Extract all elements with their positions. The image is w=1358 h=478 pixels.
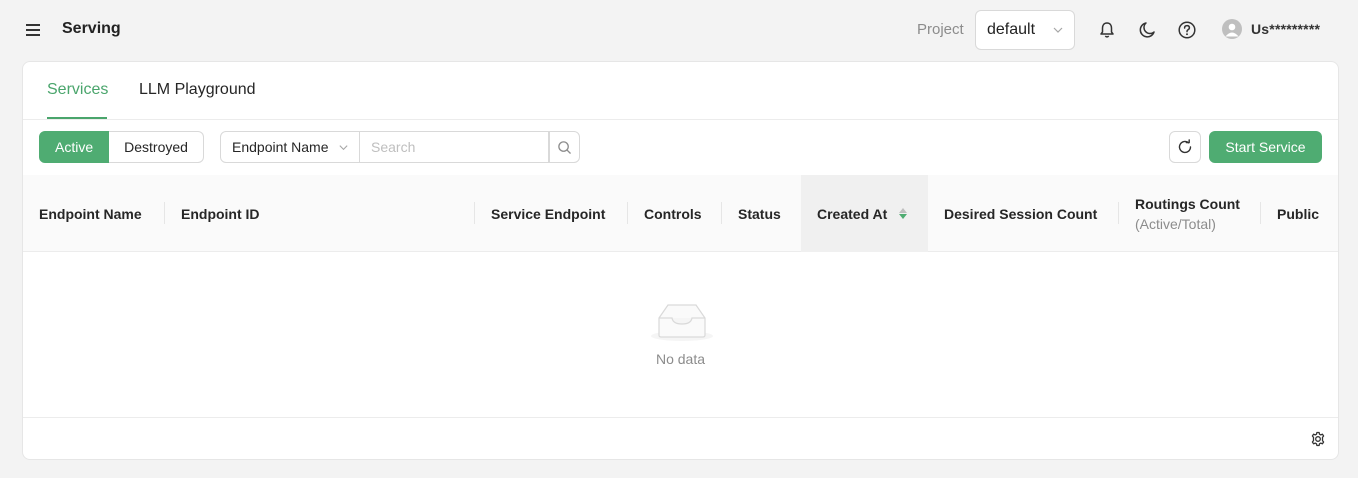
filter-active-button[interactable]: Active <box>39 131 110 163</box>
column-sublabel: (Active/Total) <box>1135 215 1216 232</box>
tab-services[interactable]: Services <box>47 81 108 99</box>
column-endpoint-id[interactable]: Endpoint ID <box>181 175 260 252</box>
column-label: Controls <box>644 205 702 222</box>
active-tab-indicator <box>47 117 107 119</box>
inbox-icon <box>651 304 713 341</box>
refresh-button[interactable] <box>1169 131 1201 163</box>
search-icon <box>558 140 571 154</box>
chevron-down-icon <box>1053 27 1063 33</box>
project-value: default <box>987 21 1036 38</box>
column-label: Created At <box>817 205 888 222</box>
empty-text: No data <box>655 351 706 367</box>
user-menu[interactable]: Us********* <box>1222 19 1320 39</box>
bell-icon[interactable] <box>1097 20 1117 40</box>
column-desired-session-count[interactable]: Desired Session Count <box>944 175 1097 252</box>
sort-icon[interactable] <box>899 208 908 219</box>
filter-destroyed-button[interactable]: Destroyed <box>109 131 204 163</box>
menu-icon[interactable] <box>24 20 44 40</box>
chevron-down-icon <box>339 145 348 151</box>
project-label: Project <box>917 21 964 38</box>
user-name: Us********* <box>1251 21 1321 37</box>
column-separator <box>721 202 722 224</box>
column-public[interactable]: Public <box>1277 175 1319 252</box>
refresh-icon <box>1178 139 1192 154</box>
tab-bar: Services LLM Playground <box>23 62 1338 120</box>
help-icon[interactable] <box>1177 20 1197 40</box>
column-label: Endpoint ID <box>181 205 260 222</box>
services-card: Services LLM Playground Active Destroyed… <box>22 61 1339 460</box>
column-separator <box>474 202 475 224</box>
column-separator <box>164 202 165 224</box>
column-separator <box>1260 202 1261 224</box>
table-header: Endpoint Name Endpoint ID Service Endpoi… <box>23 175 1338 252</box>
column-label: Desired Session Count <box>944 205 1098 222</box>
project-select[interactable]: default <box>975 10 1075 50</box>
search-group: Endpoint Name <box>220 131 580 163</box>
search-field-select[interactable]: Endpoint Name <box>220 131 360 163</box>
column-controls[interactable]: Controls <box>644 175 702 252</box>
status-filter: Active Destroyed <box>39 131 204 163</box>
column-separator <box>1118 202 1119 224</box>
search-field-value: Endpoint Name <box>232 139 329 155</box>
column-label: Routings Count <box>1135 195 1240 212</box>
column-endpoint-name[interactable]: Endpoint Name <box>39 175 142 252</box>
column-status[interactable]: Status <box>738 175 781 252</box>
user-icon <box>1222 19 1242 39</box>
search-button[interactable] <box>549 131 580 163</box>
column-routings-count[interactable]: Routings Count (Active/Total) <box>1135 175 1240 252</box>
column-label: Public <box>1277 205 1320 222</box>
empty-state: No data <box>23 253 1338 418</box>
column-service-endpoint[interactable]: Service Endpoint <box>491 175 605 252</box>
column-separator <box>627 202 628 224</box>
page-title: Serving <box>62 20 121 37</box>
gear-icon[interactable] <box>1310 431 1326 447</box>
column-label: Status <box>738 205 781 222</box>
start-service-button[interactable]: Start Service <box>1209 131 1322 163</box>
tab-llm-playground[interactable]: LLM Playground <box>139 81 256 99</box>
top-bar: Serving Project default Us********* <box>0 0 1358 60</box>
column-created-at[interactable]: Created At <box>801 175 928 252</box>
search-input[interactable] <box>360 131 549 163</box>
column-label: Endpoint Name <box>39 205 142 222</box>
moon-icon[interactable] <box>1137 20 1157 40</box>
column-label: Service Endpoint <box>491 205 606 222</box>
